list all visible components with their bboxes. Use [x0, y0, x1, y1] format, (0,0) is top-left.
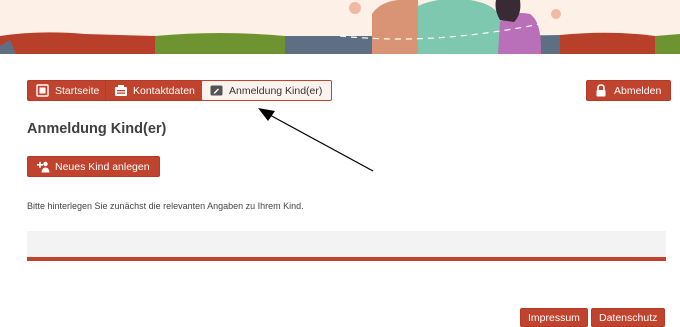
- banner-illustration: [0, 0, 680, 54]
- footer-datenschutz-label: Datenschutz: [599, 311, 658, 324]
- edit-icon: [210, 84, 223, 97]
- home-icon: [36, 84, 49, 97]
- nav-startseite-button[interactable]: Startseite: [27, 80, 110, 101]
- info-text: Bitte hinterlegen Sie zunächst die relev…: [27, 201, 304, 211]
- divider: [27, 257, 666, 261]
- nav-kontaktdaten-button[interactable]: Kontaktdaten: [105, 80, 205, 101]
- children-list-empty: [27, 231, 666, 257]
- add-child-button[interactable]: Neues Kind anlegen: [27, 156, 160, 177]
- page-title: Anmeldung Kind(er): [27, 121, 167, 137]
- logout-label: Abmelden: [614, 84, 662, 97]
- footer-impressum-label: Impressum: [528, 311, 580, 324]
- footer-impressum-link[interactable]: Impressum: [520, 308, 588, 327]
- add-child-label: Neues Kind anlegen: [55, 160, 150, 173]
- add-person-icon: [36, 160, 50, 173]
- nav-kontaktdaten-label: Kontaktdaten: [133, 84, 195, 97]
- lock-icon: [595, 84, 608, 97]
- header-banner: [0, 0, 680, 54]
- contact-card-icon: [114, 84, 127, 97]
- logout-button[interactable]: Abmelden: [586, 80, 672, 101]
- nav-anmeldung-button[interactable]: Anmeldung Kind(er): [201, 80, 333, 101]
- nav-startseite-label: Startseite: [55, 84, 100, 97]
- nav-anmeldung-label: Anmeldung Kind(er): [229, 84, 323, 97]
- footer-datenschutz-link[interactable]: Datenschutz: [591, 308, 666, 327]
